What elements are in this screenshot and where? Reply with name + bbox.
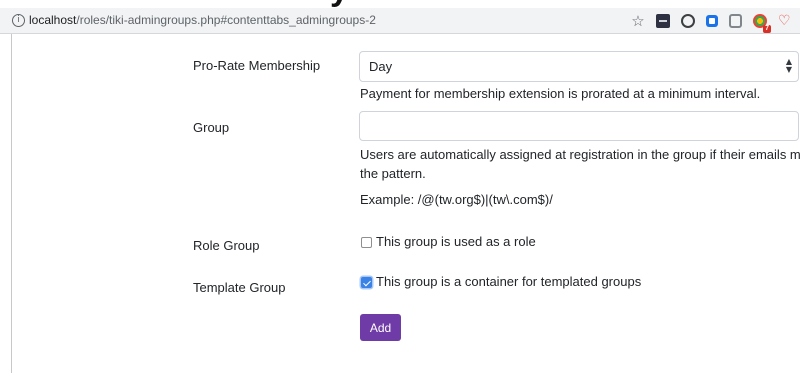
add-button[interactable]: Add bbox=[360, 314, 401, 341]
extension-shield-icon[interactable] bbox=[729, 14, 742, 28]
prorate-help-text: Payment for membership extension is pror… bbox=[360, 86, 761, 101]
prorate-selected-value: Day bbox=[369, 59, 393, 74]
group-example-text: Example: /@(tw.org$)|(tw\.com$)/ bbox=[360, 192, 553, 207]
address-bar[interactable]: i localhost/roles/tiki-admingroups.php#c… bbox=[0, 8, 800, 34]
group-help-text: Users are automatically assigned at regi… bbox=[360, 145, 800, 183]
group-label: Group bbox=[193, 120, 230, 135]
bookmark-star-icon[interactable]: ☆ bbox=[631, 14, 645, 29]
url-host: localhost bbox=[29, 13, 77, 27]
extension-badge-icon[interactable]: 7 bbox=[753, 14, 771, 33]
role-group-label: Role Group bbox=[193, 238, 260, 253]
template-group-label: Template Group bbox=[193, 280, 286, 295]
group-email-pattern-input[interactable] bbox=[359, 111, 799, 141]
browser-toolbar-icons: ☆ 7 ♡ bbox=[631, 12, 792, 33]
address-url[interactable]: localhost/roles/tiki-admingroups.php#con… bbox=[29, 13, 376, 27]
pocket-icon[interactable]: ♡ bbox=[778, 14, 792, 28]
role-group-checkbox-label[interactable]: This group is used as a role bbox=[376, 234, 536, 249]
template-group-checkbox[interactable] bbox=[361, 277, 372, 288]
template-group-checkbox-label[interactable]: This group is a container for templated … bbox=[376, 274, 641, 289]
group-help-line-2: the pattern. bbox=[360, 166, 426, 181]
url-path: /roles/tiki-admingroups.php#contenttabs_… bbox=[76, 13, 376, 27]
left-border bbox=[11, 34, 12, 373]
prorate-membership-select[interactable]: Day ▲ ▼ bbox=[359, 51, 799, 82]
site-info-icon[interactable]: i bbox=[12, 14, 25, 27]
extension-badge-count: 7 bbox=[763, 25, 771, 33]
role-group-checkbox[interactable] bbox=[361, 237, 372, 248]
group-help-line-1: Users are automatically assigned at regi… bbox=[360, 147, 800, 162]
extension-blue-square-icon[interactable] bbox=[706, 15, 718, 27]
select-arrows-icon: ▲ ▼ bbox=[785, 57, 792, 74]
extension-terminal-icon[interactable] bbox=[656, 14, 670, 28]
extension-circle-icon[interactable] bbox=[681, 14, 695, 28]
prorate-membership-label: Pro-Rate Membership bbox=[193, 58, 321, 73]
